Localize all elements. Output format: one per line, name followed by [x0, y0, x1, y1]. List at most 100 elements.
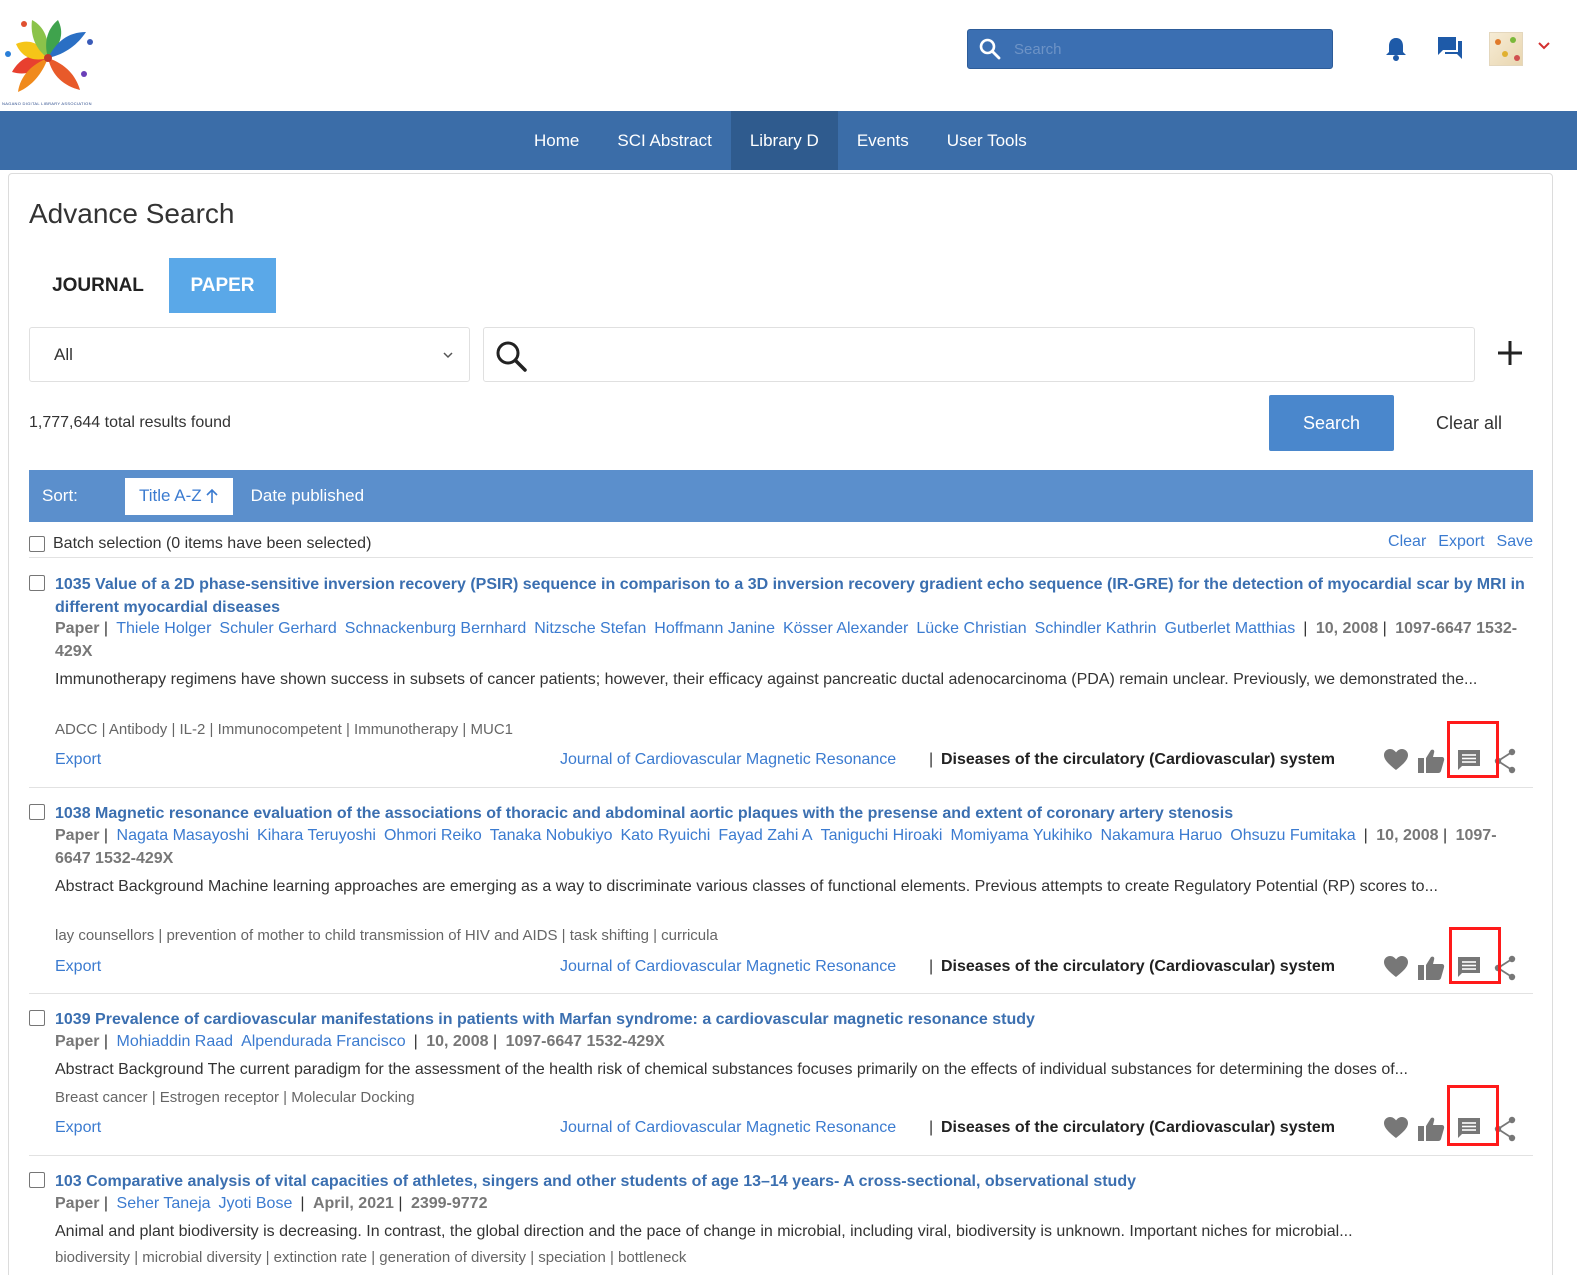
main-navbar: Home SCI Abstract Library D Events User … [0, 111, 1577, 170]
like-thumbs-up-icon[interactable] [1417, 1116, 1445, 1142]
sort-date-published[interactable]: Date published [251, 486, 364, 506]
result-keywords: ADCC | Antibody | IL-2 | Immunocompetent… [55, 721, 513, 738]
favorite-heart-icon[interactable] [1383, 955, 1409, 979]
nav-item-events[interactable]: Events [838, 111, 928, 170]
result-divider: | [929, 751, 934, 768]
result-abstract: Immunotherapy regimens have shown succes… [55, 671, 1478, 688]
author-link[interactable]: Nagata Masayoshi [117, 827, 250, 844]
search-icon [979, 38, 1001, 60]
search-button[interactable]: Search [1269, 395, 1394, 451]
top-search-bar[interactable] [967, 29, 1333, 69]
result-export-link[interactable]: Export [55, 1119, 101, 1137]
result-date: 10, 2008 [1315, 620, 1379, 637]
nav-item-sci-abstract[interactable]: SCI Abstract [598, 111, 730, 170]
result-meta: Paper | Seher Taneja Jyoti Bose | April, 2… [55, 1195, 488, 1212]
sort-label: Sort: [42, 486, 78, 505]
nav-item-library-d[interactable]: Library D [730, 111, 838, 170]
user-menu-chevron-down-icon[interactable] [1538, 38, 1550, 56]
author-link[interactable]: Schnackenburg Bernhard [345, 620, 526, 637]
avatar-dot [1514, 55, 1520, 61]
author-link[interactable]: Kato Ryuichi [621, 827, 711, 844]
author-link[interactable]: Fayad Zahi A [718, 827, 812, 844]
top-header: NAGANO DIGITAL LIBRARY ASSOCIATION [0, 0, 1577, 111]
result-select-checkbox[interactable] [29, 804, 45, 820]
author-link[interactable]: Thiele Holger [116, 620, 211, 637]
avatar-dot [1495, 39, 1501, 45]
like-thumbs-up-icon[interactable] [1417, 748, 1445, 774]
result-date: 10, 2008 [1376, 827, 1439, 844]
sort-title-az[interactable]: Title A-Z [125, 477, 233, 515]
author-link[interactable]: Schindler Kathrin [1035, 620, 1157, 637]
author-link[interactable]: Lücke Christian [916, 620, 1026, 637]
arrow-up-icon [206, 488, 218, 503]
author-link[interactable]: Alpendurada Francisco [241, 1033, 406, 1050]
logo[interactable] [2, 14, 96, 108]
author-link[interactable]: Seher Taneja [117, 1195, 211, 1212]
messages-icon[interactable] [1436, 35, 1464, 66]
nav-item-user-tools[interactable]: User Tools [928, 111, 1046, 170]
result-abstract: Animal and plant biodiversity is decreas… [55, 1223, 1353, 1240]
notification-bell-icon[interactable] [1384, 36, 1408, 67]
main-search-input[interactable] [483, 327, 1475, 382]
result-divider: | [929, 1119, 934, 1136]
result-title-link[interactable]: 1035 Value of a 2D phase-sensitive inver… [55, 573, 1525, 619]
author-link[interactable]: Taniguchi Hiroaki [821, 827, 943, 844]
author-link[interactable]: Mohiaddin Raad [117, 1033, 234, 1050]
batch-selection-label: Batch selection (0 items have been selec… [53, 534, 372, 552]
batch-export-link[interactable]: Export [1438, 533, 1484, 551]
author-link[interactable]: Tanaka Nobukiyo [490, 827, 613, 844]
batch-actions: Clear Export Save [1388, 530, 1533, 554]
batch-select-checkbox[interactable] [29, 535, 45, 552]
result-divider: | [929, 958, 934, 975]
result-issn: 2399-9772 [410, 1195, 488, 1212]
result-abstract: Abstract Background Machine learning app… [55, 878, 1438, 895]
result-journal-link[interactable]: Journal of Cardiovascular Magnetic Reson… [560, 958, 896, 976]
result-type: Paper [55, 1195, 100, 1212]
result-type: Paper [55, 1033, 100, 1050]
result-journal-link[interactable]: Journal of Cardiovascular Magnetic Reson… [560, 751, 896, 769]
like-thumbs-up-icon[interactable] [1417, 955, 1445, 981]
top-search-input[interactable] [1014, 40, 1304, 58]
author-link[interactable]: Nitzsche Stefan [534, 620, 646, 637]
author-link[interactable]: Kihara Teruyoshi [257, 827, 376, 844]
result-select-checkbox[interactable] [29, 1010, 45, 1026]
favorite-heart-icon[interactable] [1383, 1116, 1409, 1140]
nav-item-home[interactable]: Home [515, 111, 598, 170]
result-keywords: lay counsellors | prevention of mother t… [55, 927, 718, 944]
result-issn: 1097-6647 1532-429X [505, 1033, 665, 1050]
author-link[interactable]: Nakamura Haruo [1100, 827, 1222, 844]
author-link[interactable]: Hoffmann Janine [654, 620, 775, 637]
result-select-checkbox[interactable] [29, 575, 45, 591]
author-link[interactable]: Schuler Gerhard [219, 620, 336, 637]
result-select-checkbox[interactable] [29, 1172, 45, 1188]
result-export-link[interactable]: Export [55, 958, 101, 976]
field-select[interactable]: All [29, 327, 470, 382]
avatar-dot [1510, 37, 1516, 43]
result-export-link[interactable]: Export [55, 751, 101, 769]
add-search-row-plus-icon[interactable] [1495, 338, 1525, 373]
search-icon [496, 341, 527, 372]
tab-journal[interactable]: JOURNAL [30, 258, 166, 313]
result-journal-link[interactable]: Journal of Cardiovascular Magnetic Reson… [560, 1119, 896, 1137]
result-title-link[interactable]: 1039 Prevalence of cardiovascular manife… [55, 1008, 1525, 1031]
author-link[interactable]: Momiyama Yukihiko [950, 827, 1092, 844]
result-abstract: Abstract Background The current paradigm… [55, 1061, 1408, 1078]
result-title-link[interactable]: 103 Comparative analysis of vital capaci… [55, 1170, 1525, 1193]
batch-clear-link[interactable]: Clear [1388, 533, 1426, 551]
clear-all-button[interactable]: Clear all [1419, 395, 1519, 451]
user-avatar[interactable] [1489, 32, 1523, 66]
result-title-link[interactable]: 1038 Magnetic resonance evaluation of th… [55, 802, 1525, 825]
result-keywords: biodiversity | microbial diversity | ext… [55, 1249, 687, 1266]
author-link[interactable]: Ohsuzu Fumitaka [1230, 827, 1355, 844]
result-meta: Paper | Nagata Masayoshi Kihara Teruyoshi… [55, 827, 1497, 867]
author-link[interactable]: Kösser Alexander [783, 620, 908, 637]
author-link[interactable]: Gutberlet Matthias [1165, 620, 1296, 637]
author-link[interactable]: Ohmori Reiko [384, 827, 482, 844]
result-keywords: Breast cancer | Estrogen receptor | Mole… [55, 1089, 415, 1106]
batch-save-link[interactable]: Save [1497, 533, 1533, 551]
favorite-heart-icon[interactable] [1383, 748, 1409, 772]
comment-highlight-box [1449, 927, 1501, 984]
author-link[interactable]: Jyoti Bose [219, 1195, 293, 1212]
result-subject: Diseases of the circulatory (Cardiovascu… [941, 958, 1335, 975]
tab-paper[interactable]: PAPER [169, 258, 276, 313]
